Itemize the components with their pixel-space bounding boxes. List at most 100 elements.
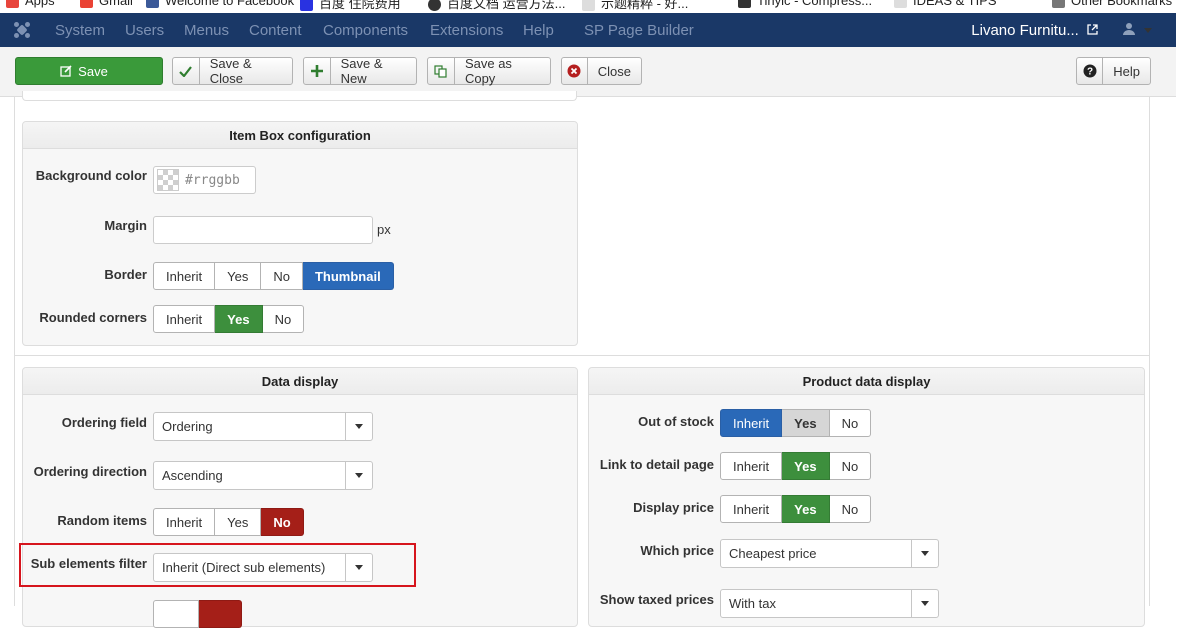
- bookmark-4[interactable]: 百度文档 运营方法...: [428, 0, 565, 12]
- save-new-button[interactable]: Save & New: [303, 56, 417, 86]
- link-detail-no[interactable]: No: [829, 452, 872, 480]
- out-of-stock-inherit[interactable]: Inherit: [720, 409, 783, 437]
- link-detail-inherit[interactable]: Inherit: [720, 452, 783, 480]
- menu-components[interactable]: Components: [323, 22, 408, 39]
- item-box-panel: Item Box configuration Background color …: [22, 121, 578, 346]
- chevron-down-icon: [345, 462, 372, 489]
- user-menu-caret-icon[interactable]: [1144, 28, 1152, 33]
- margin-label: Margin: [104, 218, 147, 233]
- background-color-label: Background color: [35, 168, 147, 183]
- out-of-stock-yes[interactable]: Yes: [782, 409, 830, 437]
- border-no[interactable]: No: [261, 262, 303, 290]
- tinyic-icon: [738, 0, 751, 9]
- help-button[interactable]: ? Help: [1076, 57, 1151, 85]
- color-swatch[interactable]: [157, 169, 179, 191]
- bookmark-apps[interactable]: Apps: [6, 0, 55, 9]
- which-price-label: Which price: [640, 543, 714, 558]
- page-icon: [894, 0, 907, 9]
- random-yes[interactable]: Yes: [215, 508, 262, 536]
- random-items-toggle: Inherit Yes No: [153, 508, 304, 536]
- joomla-logo-icon[interactable]: [13, 21, 31, 39]
- save-copy-button[interactable]: Save as Copy: [427, 56, 551, 86]
- highlight-box: [19, 543, 416, 587]
- menu-menus[interactable]: Menus: [184, 22, 229, 39]
- display-price-label: Display price: [633, 500, 714, 515]
- rounded-yes[interactable]: Yes: [215, 305, 263, 333]
- taxed-prices-select[interactable]: With tax: [720, 589, 939, 618]
- baidu-icon: [300, 0, 313, 12]
- bookmark-7[interactable]: IDEAS & TIPS: [894, 0, 997, 9]
- ordering-field-select[interactable]: Ordering: [153, 412, 373, 441]
- copy-icon: [428, 58, 455, 84]
- taxed-prices-label: Show taxed prices: [599, 592, 714, 607]
- random-no[interactable]: No: [261, 508, 304, 536]
- site-name-link[interactable]: Livano Furnitu...: [971, 22, 1098, 39]
- admin-navbar: System Users Menus Content Components Ex…: [0, 13, 1176, 47]
- panel-title: Data display: [23, 368, 577, 395]
- gmail-icon: [80, 0, 93, 9]
- user-icon[interactable]: [1122, 22, 1136, 36]
- panel-title: Item Box configuration: [23, 122, 577, 149]
- check-icon: [173, 58, 200, 84]
- ordering-direction-label: Ordering direction: [33, 464, 147, 479]
- section-divider: [14, 355, 1150, 356]
- menu-system[interactable]: System: [55, 22, 105, 39]
- rounded-no[interactable]: No: [262, 305, 305, 333]
- rounded-corners-label: Rounded corners: [39, 310, 147, 325]
- display-price-yes[interactable]: Yes: [782, 495, 830, 523]
- menu-help[interactable]: Help: [523, 22, 554, 39]
- bookmark-gmail[interactable]: Gmail: [80, 0, 133, 9]
- panel-title: Product data display: [589, 368, 1144, 395]
- chevron-down-icon: [345, 413, 372, 440]
- bookmark-3[interactable]: 百度 住院费用: [300, 0, 401, 12]
- question-icon: ?: [1077, 58, 1104, 84]
- external-link-icon: [1087, 24, 1098, 35]
- cut-off-toggle: [153, 600, 242, 628]
- border-yes[interactable]: Yes: [215, 262, 262, 290]
- cut-off-segment[interactable]: [153, 600, 199, 628]
- link-detail-label: Link to detail page: [599, 457, 714, 472]
- menu-content[interactable]: Content: [249, 22, 302, 39]
- border-inherit[interactable]: Inherit: [153, 262, 216, 290]
- edit-icon: [60, 65, 72, 77]
- random-items-label: Random items: [57, 513, 147, 528]
- margin-unit: px: [377, 222, 391, 237]
- facebook-icon: [146, 0, 159, 9]
- out-of-stock-toggle: Inherit Yes No: [720, 409, 872, 437]
- bookmark-other[interactable]: Other Bookmarks: [1052, 0, 1172, 9]
- color-placeholder: #rrggbb: [185, 172, 240, 188]
- menu-extensions[interactable]: Extensions: [430, 22, 503, 39]
- menu-users[interactable]: Users: [125, 22, 164, 39]
- border-label: Border: [104, 267, 147, 282]
- menu-sp-page-builder[interactable]: SP Page Builder: [584, 22, 694, 39]
- bookmark-facebook[interactable]: Welcome to Facebook: [146, 0, 294, 9]
- chevron-down-icon: [911, 540, 938, 567]
- display-price-toggle: Inherit Yes No: [720, 495, 872, 523]
- chevron-down-icon: [911, 590, 938, 617]
- display-price-inherit[interactable]: Inherit: [720, 495, 783, 523]
- previous-panel-edge: [22, 91, 577, 101]
- display-price-no[interactable]: No: [829, 495, 872, 523]
- save-close-button[interactable]: Save & Close: [172, 56, 293, 86]
- random-inherit[interactable]: Inherit: [153, 508, 216, 536]
- out-of-stock-label: Out of stock: [638, 414, 714, 429]
- close-button[interactable]: Close: [561, 57, 642, 85]
- save-button[interactable]: Save: [15, 57, 163, 85]
- link-detail-yes[interactable]: Yes: [782, 452, 830, 480]
- which-price-select[interactable]: Cheapest price: [720, 539, 939, 568]
- plus-icon: [304, 58, 331, 84]
- link-detail-toggle: Inherit Yes No: [720, 452, 872, 480]
- product-display-panel: Product data display Out of stock Inheri…: [588, 367, 1145, 627]
- rounded-inherit[interactable]: Inherit: [153, 305, 216, 333]
- bookmark-5[interactable]: 示题精粹 - 好...: [582, 0, 688, 12]
- margin-input[interactable]: [153, 216, 373, 244]
- background-color-field[interactable]: #rrggbb: [153, 166, 256, 194]
- border-thumbnail[interactable]: Thumbnail: [302, 262, 394, 290]
- cut-off-segment-active[interactable]: [199, 600, 242, 628]
- bookmarks-bar: Apps Gmail Welcome to Facebook 百度 住院费用 百…: [0, 0, 1178, 13]
- svg-text:?: ?: [1087, 67, 1093, 78]
- ordering-direction-select[interactable]: Ascending: [153, 461, 373, 490]
- out-of-stock-no[interactable]: No: [829, 409, 872, 437]
- bookmark-6[interactable]: Tinyic - Compress...: [738, 0, 872, 9]
- main-content: Item Box configuration Background color …: [0, 91, 1176, 628]
